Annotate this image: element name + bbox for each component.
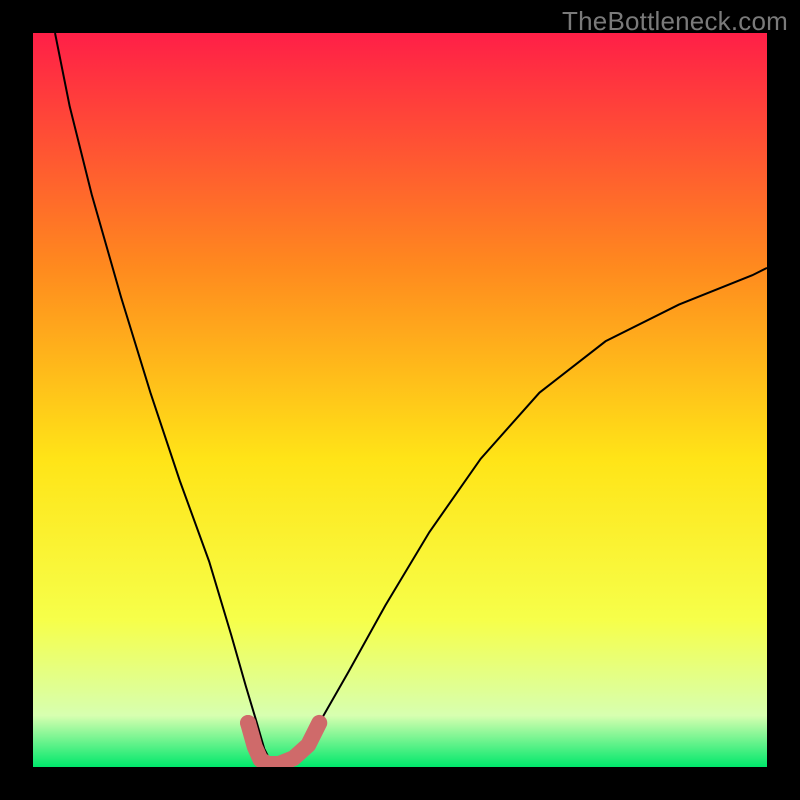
optimal-zone-dot [240,715,256,731]
plot-area [33,33,767,767]
curve-layer [33,33,767,767]
bottleneck-curve [55,33,767,763]
chart-frame: TheBottleneck.com [0,0,800,800]
